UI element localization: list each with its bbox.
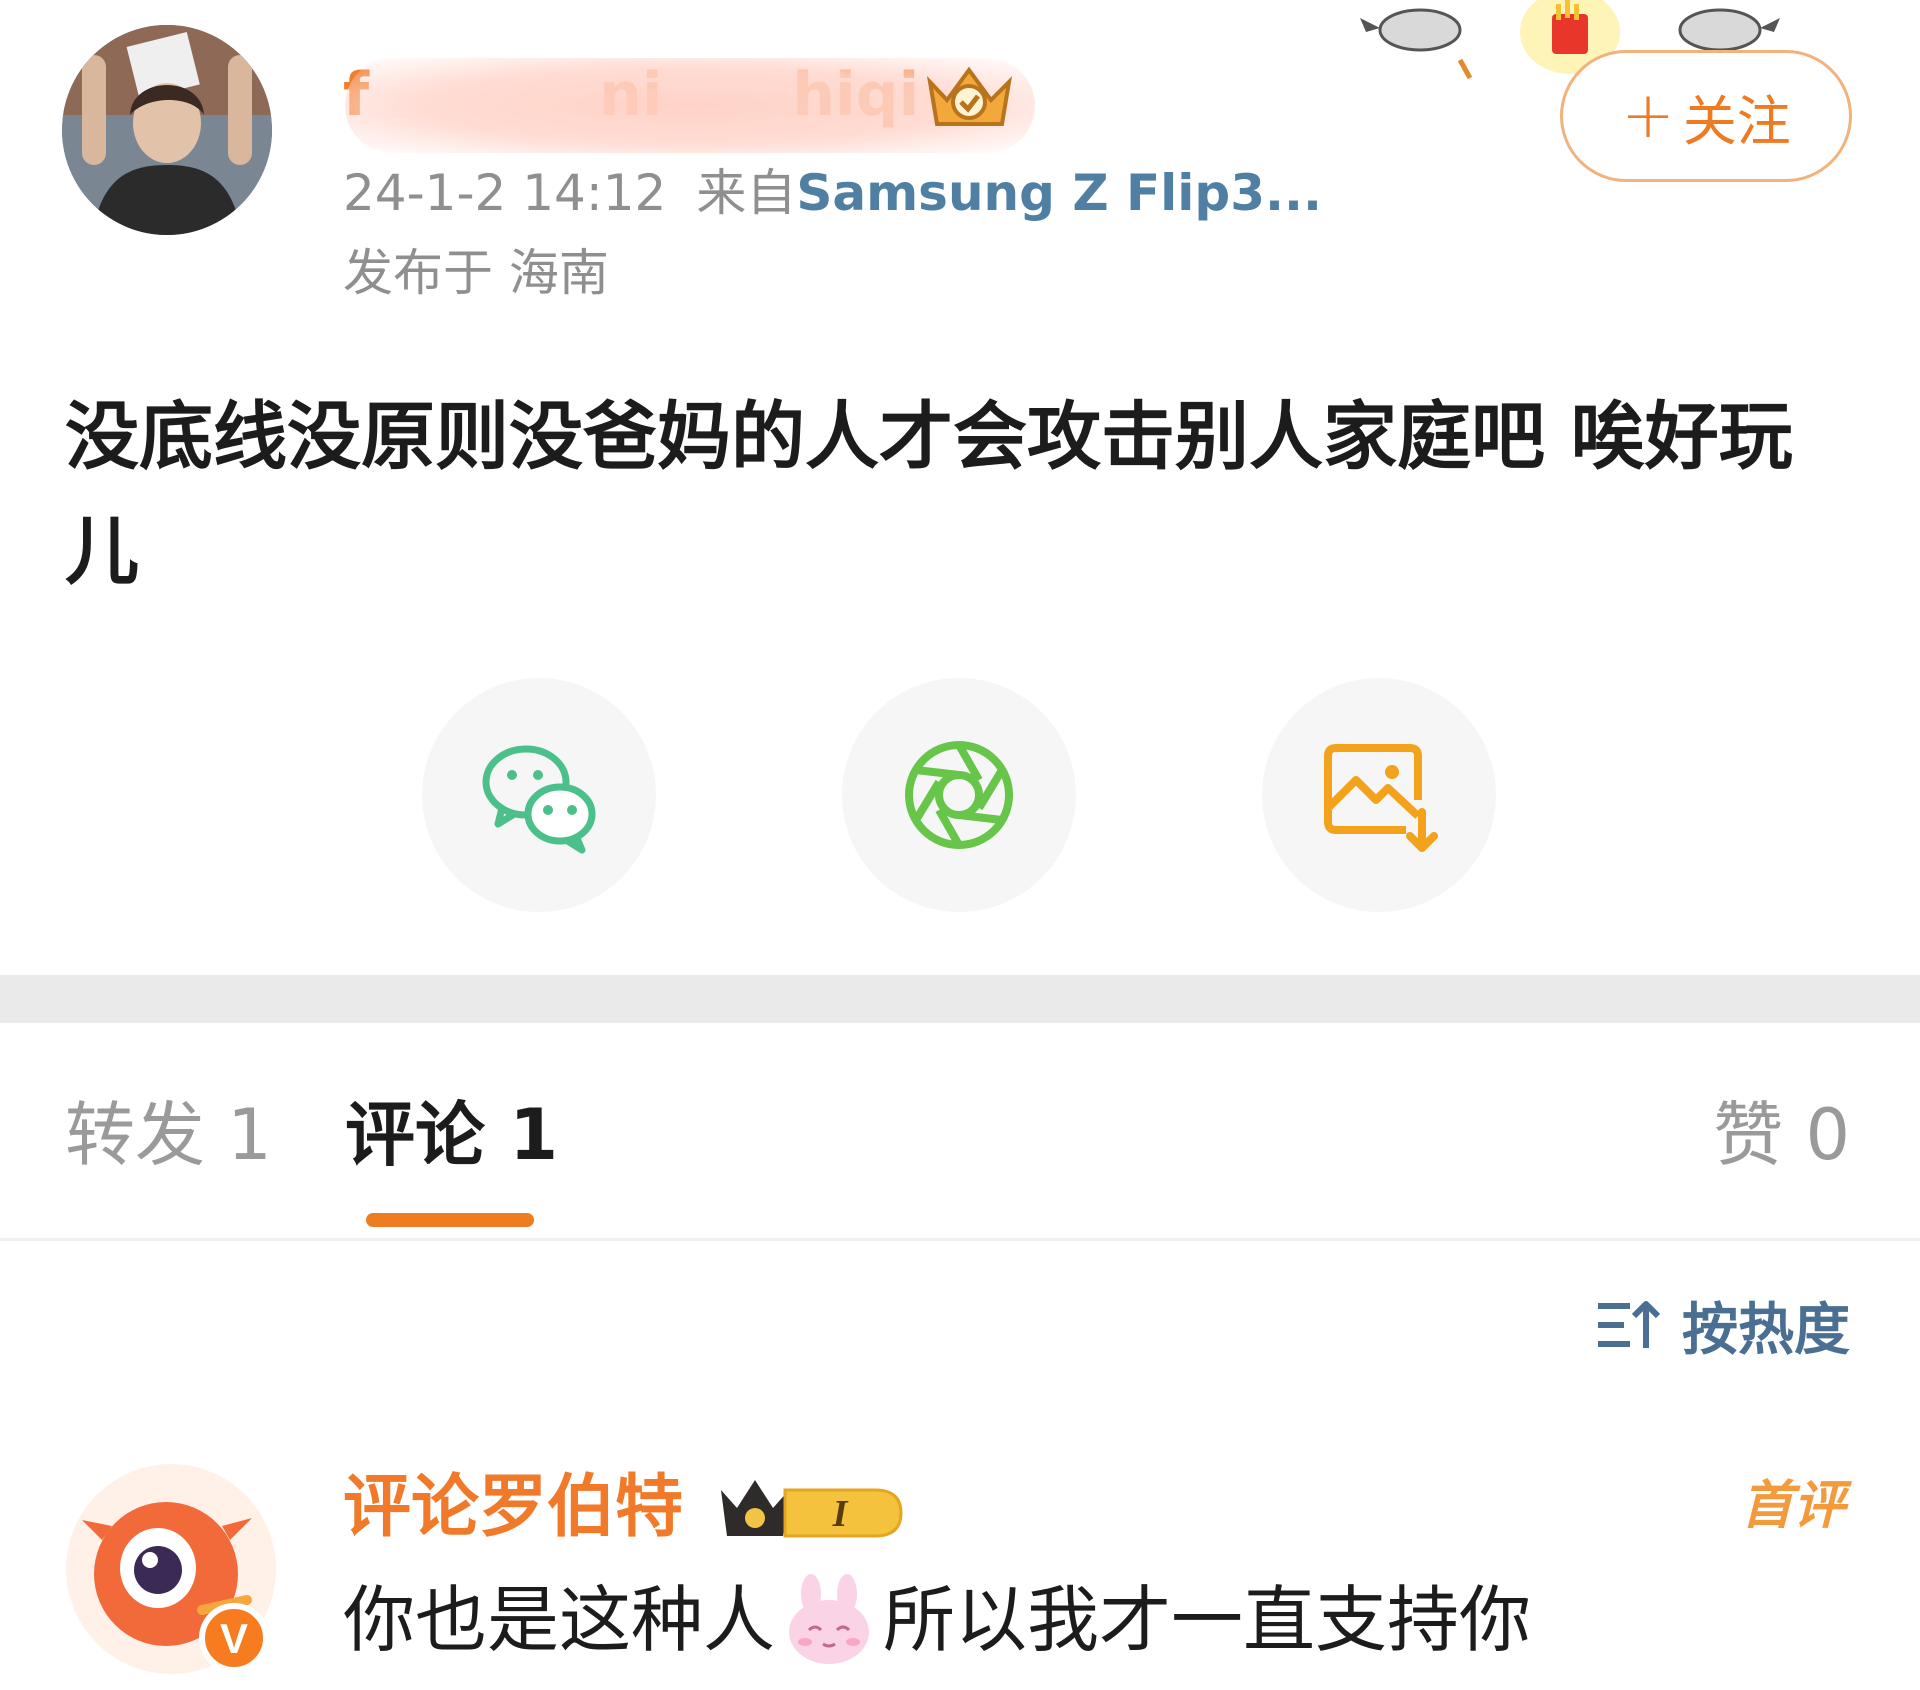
wechat-icon (482, 745, 596, 854)
sort-by-hot-button[interactable]: 按热度 (1596, 1290, 1850, 1363)
author-avatar[interactable] (62, 25, 272, 235)
tab-divider (0, 1238, 1920, 1241)
comment-text-before: 你也是这种人 (343, 1578, 776, 1662)
location-value: 海南 (508, 244, 609, 302)
bunny-emoji-icon (789, 1574, 870, 1664)
active-tab-indicator (366, 1213, 534, 1227)
commenter-avatar-illustration: V (66, 1464, 276, 1674)
section-separator (0, 975, 1920, 1023)
moments-shutter-icon (905, 741, 1013, 849)
first-comment-badge: 首评 (1740, 1476, 1845, 1536)
plus-icon: + (1621, 79, 1675, 153)
tab-repost[interactable]: 转发 1 (65, 1085, 272, 1185)
tab-comment[interactable]: 评论 1 (345, 1085, 558, 1185)
post-location: 发布于 海南 (343, 238, 609, 308)
location-prefix: 发布于 (343, 244, 493, 302)
device-link[interactable]: Samsung Z Flip3... (796, 164, 1322, 222)
commenter-name[interactable]: 评论罗伯特 (343, 1463, 683, 1553)
save-image-icon (1324, 744, 1438, 852)
source-prefix: 来自 (696, 164, 797, 222)
commenter-avatar[interactable]: V (62, 1460, 280, 1678)
verified-v-badge: V (220, 1615, 248, 1662)
tab-like[interactable]: 赞 0 (1713, 1085, 1850, 1185)
follow-button[interactable]: + 关注 (1560, 50, 1852, 182)
save-image-button[interactable] (1262, 678, 1496, 912)
share-moments-button[interactable] (842, 678, 1076, 912)
crown-level-badge: I (721, 1480, 903, 1538)
post-body-text: 没底线没原则没爸妈的人才会攻击别人家庭吧 唉好玩儿 (65, 394, 1793, 595)
sort-icon (1598, 1301, 1660, 1348)
crown-vip-icon (926, 66, 1012, 126)
share-wechat-button[interactable] (422, 678, 656, 912)
follow-label: 关注 (1682, 89, 1791, 153)
post-meta: 24-1-2 14:12 来自Samsung Z Flip3... (343, 160, 1322, 226)
author-avatar-illustration (62, 25, 272, 235)
post-timestamp: 24-1-2 14:12 (343, 164, 667, 222)
sort-label: 按热度 (1682, 1297, 1850, 1363)
comment-text: 你也是这种人 所以我才一直支持你 (343, 1570, 1531, 1670)
level-badge-text: I (832, 1493, 849, 1535)
comment-text-after: 所以我才一直支持你 (883, 1578, 1532, 1662)
